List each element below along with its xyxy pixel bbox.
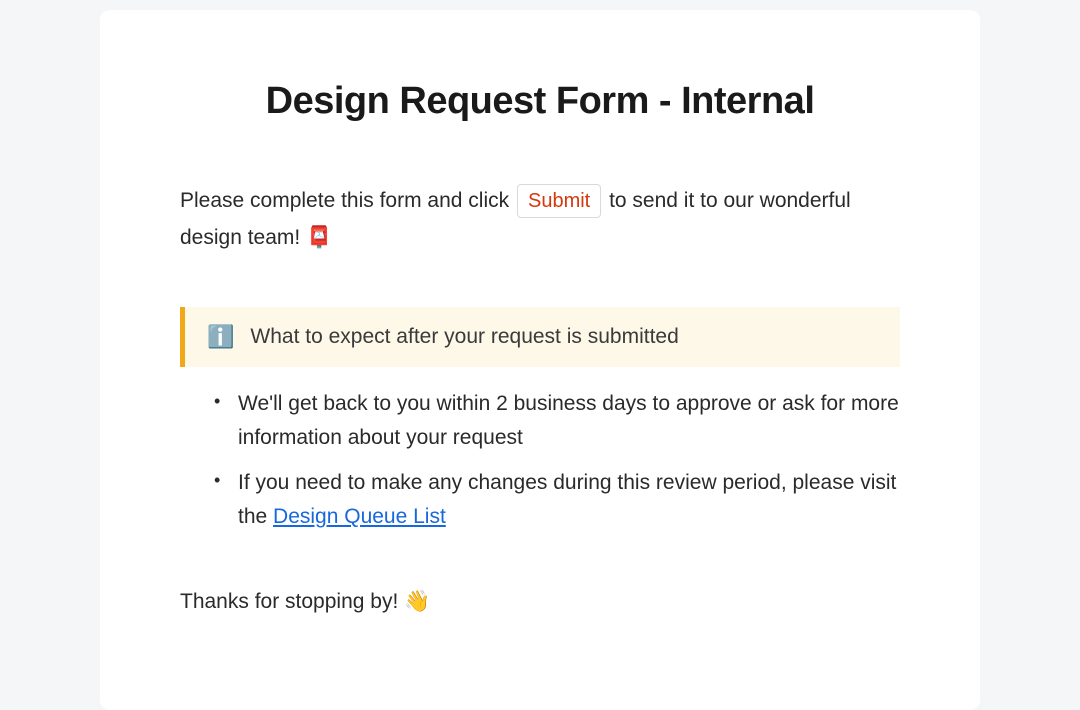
- info-icon: ℹ️: [207, 326, 234, 348]
- wave-icon: 👋: [404, 590, 430, 613]
- design-queue-link[interactable]: Design Queue List: [273, 505, 446, 528]
- info-callout: ℹ️ What to expect after your request is …: [180, 307, 900, 367]
- list-item: We'll get back to you within 2 business …: [210, 387, 900, 456]
- intro-text-1: Please complete this form and click: [180, 189, 515, 212]
- thanks-text: Thanks for stopping by!: [180, 590, 404, 613]
- form-card: Design Request Form - Internal Please co…: [100, 10, 980, 710]
- list-item: If you need to make any changes during t…: [210, 466, 900, 535]
- info-callout-text: What to expect after your request is sub…: [250, 325, 678, 349]
- intro-paragraph: Please complete this form and click Subm…: [180, 183, 900, 257]
- thanks-paragraph: Thanks for stopping by! 👋: [180, 585, 900, 619]
- submit-chip: Submit: [517, 184, 601, 218]
- page-title: Design Request Form - Internal: [180, 80, 900, 123]
- expectations-list: We'll get back to you within 2 business …: [180, 387, 900, 536]
- mailbox-icon: 📮: [306, 226, 332, 249]
- list-item-text: We'll get back to you within 2 business …: [238, 392, 899, 450]
